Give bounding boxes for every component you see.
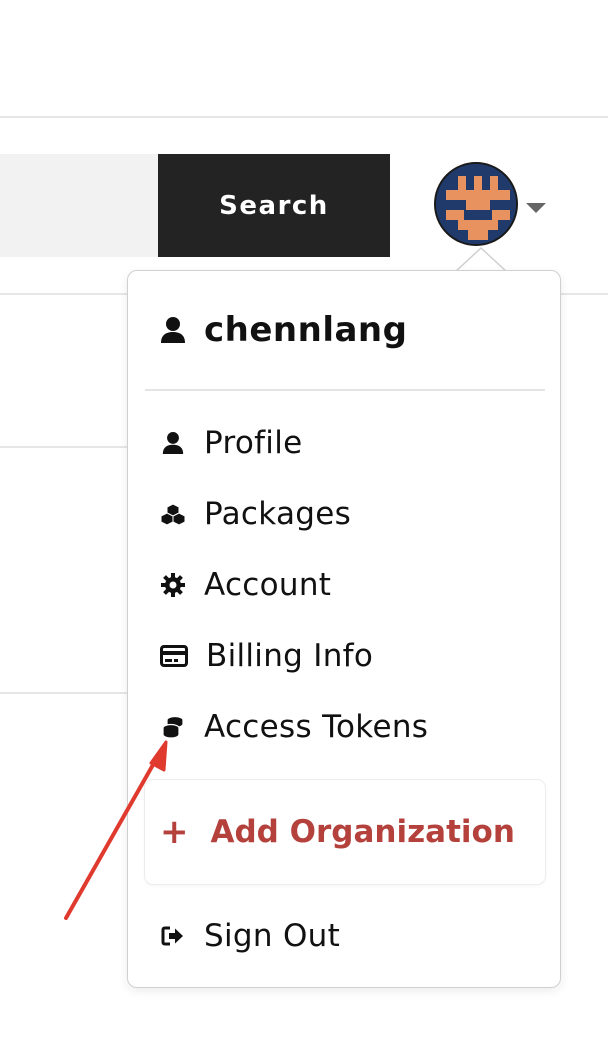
menu-item-label: Access Tokens: [204, 709, 429, 745]
gear-icon: [160, 572, 186, 598]
menu-item-packages[interactable]: Packages: [128, 484, 560, 544]
header-top-border: [0, 116, 608, 118]
dropdown-pointer: [455, 247, 507, 272]
content-divider: [0, 692, 130, 694]
content-divider: [0, 446, 130, 448]
add-organization-label: Add Organization: [210, 814, 515, 850]
menu-item-label: Sign Out: [204, 918, 341, 954]
chevron-down-icon[interactable]: [526, 203, 546, 213]
menu-item-label: Packages: [204, 496, 352, 532]
user-icon: [160, 430, 186, 456]
organization-section: + Add Organization: [145, 780, 545, 884]
user-avatar[interactable]: [434, 162, 518, 246]
menu-item-billing-info[interactable]: Billing Info: [128, 626, 560, 686]
account-dropdown-menu: chennlang Profile Packages Account Billi…: [127, 270, 561, 988]
plus-icon: +: [160, 812, 189, 852]
search-button[interactable]: Search: [158, 154, 390, 257]
menu-item-access-tokens[interactable]: Access Tokens: [128, 697, 560, 757]
menu-item-sign-out[interactable]: Sign Out: [128, 906, 560, 966]
sign-out-icon: [160, 923, 186, 949]
menu-item-label: Account: [204, 567, 332, 603]
credit-card-icon: [160, 643, 188, 669]
user-icon: [160, 316, 186, 344]
search-input[interactable]: [0, 154, 160, 257]
menu-item-label: Profile: [204, 425, 303, 461]
username: chennlang: [204, 310, 408, 350]
menu-item-profile[interactable]: Profile: [128, 413, 560, 473]
avatar-identicon: [436, 164, 516, 244]
add-organization-button[interactable]: + Add Organization: [145, 780, 545, 884]
menu-item-account[interactable]: Account: [128, 555, 560, 615]
cubes-icon: [160, 501, 186, 527]
menu-divider: [145, 389, 545, 391]
coins-icon: [160, 714, 186, 740]
menu-item-label: Billing Info: [206, 638, 374, 674]
menu-user-header: chennlang: [128, 271, 560, 389]
